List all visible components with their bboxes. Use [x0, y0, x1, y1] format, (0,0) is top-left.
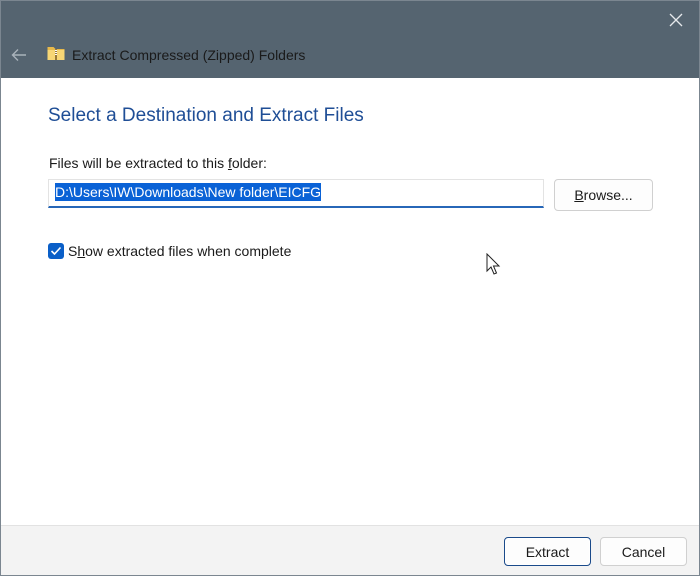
cancel-button[interactable]: Cancel	[600, 537, 687, 566]
title-bar: Extract Compressed (Zipped) Folders	[1, 1, 699, 78]
mouse-cursor-icon	[486, 253, 501, 275]
back-arrow-icon	[11, 49, 26, 61]
destination-label: Files will be extracted to this folder:	[49, 155, 267, 171]
destination-path-input[interactable]: D:\Users\IW\Downloads\New folder\EICFG	[48, 179, 544, 208]
dialog-footer	[1, 525, 699, 575]
show-files-checkbox[interactable]	[48, 243, 64, 259]
close-button[interactable]	[663, 7, 689, 33]
destination-path-value: D:\Users\IW\Downloads\New folder\EICFG	[55, 183, 322, 201]
close-icon	[669, 13, 683, 27]
window-title: Extract Compressed (Zipped) Folders	[72, 47, 306, 63]
zip-folder-icon	[47, 47, 65, 60]
show-files-label[interactable]: Show extracted files when complete	[68, 243, 291, 259]
checkmark-icon	[50, 246, 62, 256]
back-button[interactable]	[9, 45, 29, 65]
browse-button[interactable]: Browse...	[554, 179, 653, 211]
dialog-heading: Select a Destination and Extract Files	[48, 105, 364, 126]
extract-dialog: Extract Compressed (Zipped) Folders Sele…	[0, 0, 700, 576]
extract-button[interactable]: Extract	[504, 537, 591, 566]
